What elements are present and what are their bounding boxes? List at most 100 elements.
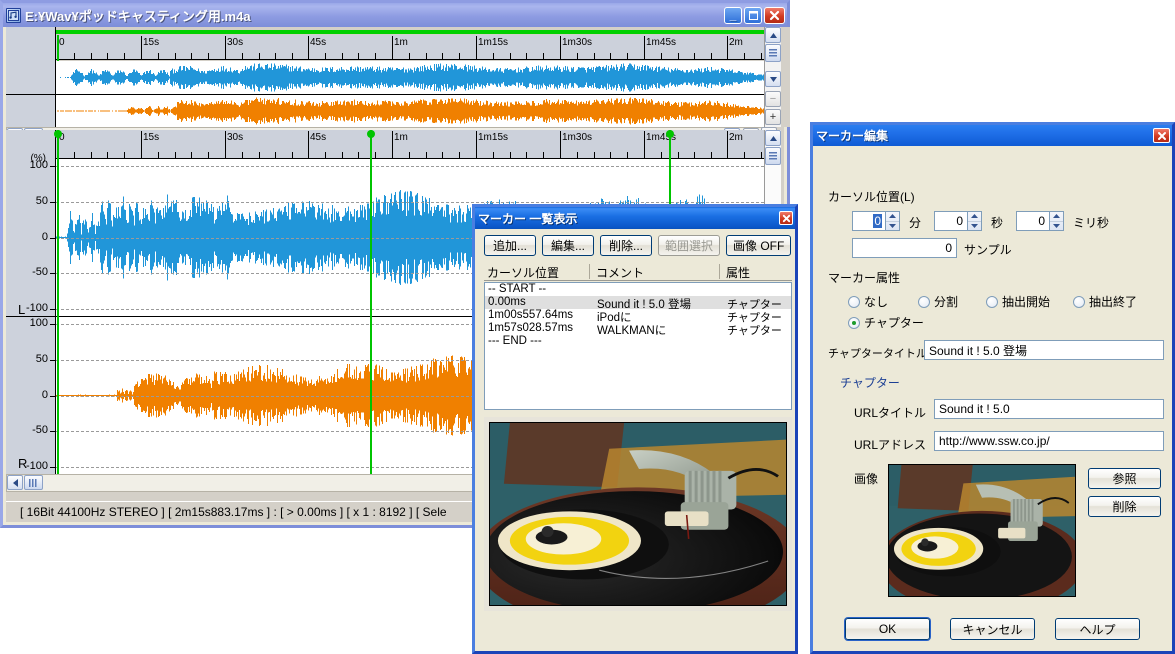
- seconds-stepper[interactable]: [934, 211, 982, 231]
- seconds-down-arrow[interactable]: [968, 222, 981, 231]
- table-row[interactable]: --- END ---: [485, 335, 791, 348]
- minutes-input[interactable]: 0: [852, 211, 885, 231]
- image-toggle-button[interactable]: 画像 OFF: [726, 235, 791, 256]
- overview-vertical-scrollbar[interactable]: − +: [764, 27, 781, 127]
- scroll-up-button[interactable]: [765, 27, 781, 43]
- table-row[interactable]: 0.00msSound it ! 5.0 登場チャプター: [485, 296, 791, 309]
- ruler-label: 45s: [310, 132, 326, 143]
- browse-button[interactable]: 参照: [1088, 468, 1161, 489]
- overview-wave-right[interactable]: [56, 95, 764, 127]
- ruler-minor-tick: [543, 53, 544, 59]
- ruler-label: 1m15s: [478, 132, 508, 143]
- samples-field-wrap[interactable]: [852, 238, 957, 258]
- ruler-minor-tick: [275, 152, 276, 158]
- detail-hscroll-left-button[interactable]: [7, 475, 23, 490]
- milliseconds-stepper[interactable]: [1016, 211, 1064, 231]
- overview-wave-left[interactable]: [56, 61, 764, 94]
- ruler-minor-tick: [358, 53, 359, 59]
- milliseconds-down-arrow[interactable]: [1050, 222, 1063, 231]
- delete-button[interactable]: 削除...: [600, 235, 652, 256]
- seconds-up-arrow[interactable]: [968, 212, 981, 222]
- ruler-minor-tick: [409, 53, 410, 59]
- ok-button[interactable]: OK: [845, 618, 930, 640]
- detail-scroll-up-button[interactable]: [765, 130, 781, 146]
- main-window-titlebar[interactable]: E:¥Wav¥ポッドキャスティング用.m4a _: [3, 3, 787, 27]
- marker-listbox[interactable]: -- START --0.00msSound it ! 5.0 登場チャプター1…: [484, 282, 792, 410]
- detail-scroll-thumb[interactable]: [765, 147, 781, 165]
- minutes-stepper[interactable]: 0: [852, 211, 900, 231]
- milliseconds-up-arrow[interactable]: [1050, 212, 1063, 222]
- ruler-minor-tick: [627, 53, 628, 59]
- marker-list-titlebar[interactable]: マーカー 一覧表示: [475, 207, 795, 229]
- overview-scroll-thumb[interactable]: [765, 44, 781, 62]
- ruler-minor-tick: [711, 152, 712, 158]
- ruler-minor-tick: [124, 53, 125, 59]
- help-button[interactable]: ヘルプ: [1055, 618, 1140, 640]
- marker-edit-titlebar[interactable]: マーカー編集: [813, 125, 1172, 146]
- url-address-input[interactable]: http://www.ssw.co.jp/: [934, 431, 1164, 451]
- axis-tick: [50, 273, 56, 274]
- seconds-spin-arrows[interactable]: [967, 211, 982, 231]
- ruler-minor-tick: [510, 152, 511, 158]
- detail-ruler[interactable]: 015s30s45s1m1m15s1m30s1m45s2m: [56, 130, 764, 159]
- row-position: 1m57s028.57ms: [488, 322, 573, 334]
- table-row[interactable]: 1m00s557.64msiPodにチャプター: [485, 309, 791, 322]
- vzoom-in-button[interactable]: +: [765, 109, 781, 125]
- radio-extract-end[interactable]: 抽出終了: [1073, 293, 1137, 310]
- ruler-minor-tick: [375, 152, 376, 158]
- radio-chapter[interactable]: チャプター: [848, 314, 924, 331]
- marker-list-window: マーカー 一覧表示 追加... 編集... 削除... 範囲選択 画像 OFF …: [472, 204, 798, 654]
- maximize-button[interactable]: [744, 7, 762, 24]
- status-bar-text: [ 16Bit 44100Hz STEREO ] [ 2m15s883.17ms…: [20, 505, 447, 519]
- marker-edit-close-button[interactable]: [1153, 128, 1170, 143]
- radio-split-dot: [918, 296, 930, 308]
- marker-line[interactable]: [370, 130, 372, 474]
- ruler-major-tick: [727, 131, 728, 158]
- detail-hscroll-thumb[interactable]: [24, 475, 43, 490]
- axis-tick: [50, 324, 56, 325]
- chapter-title-input[interactable]: Sound it ! 5.0 登場: [924, 340, 1164, 360]
- image-delete-button[interactable]: 削除: [1088, 496, 1161, 517]
- ruler-minor-tick: [107, 152, 108, 158]
- minutes-down-arrow[interactable]: [886, 222, 899, 231]
- radio-split[interactable]: 分割: [918, 293, 958, 310]
- cancel-button[interactable]: キャンセル: [950, 618, 1035, 640]
- milliseconds-unit-label: ミリ秒: [1073, 214, 1109, 231]
- table-row[interactable]: 1m57s028.57msWALKMANにチャプター: [485, 322, 791, 335]
- minutes-spin-arrows[interactable]: [885, 211, 900, 231]
- vzoom-out-button[interactable]: −: [765, 91, 781, 107]
- milliseconds-input[interactable]: [1016, 211, 1049, 231]
- url-title-input[interactable]: Sound it ! 5.0: [934, 399, 1164, 419]
- ruler-minor-tick: [292, 53, 293, 59]
- marker-line[interactable]: [57, 130, 59, 474]
- radio-extract-end-label: 抽出終了: [1089, 293, 1137, 310]
- table-row[interactable]: -- START --: [485, 283, 791, 296]
- ruler-minor-tick: [409, 152, 410, 158]
- overview-ruler[interactable]: 015s30s45s1m1m15s1m30s1m45s2m: [56, 35, 764, 60]
- marker-handle[interactable]: [54, 130, 62, 138]
- ruler-major-tick: [225, 131, 226, 158]
- seconds-input[interactable]: [934, 211, 967, 231]
- axis-tick-label: 0: [10, 231, 48, 243]
- milliseconds-spin-arrows[interactable]: [1049, 211, 1064, 231]
- ruler-minor-tick: [577, 152, 578, 158]
- marker-handle[interactable]: [367, 130, 375, 138]
- marker-list-title: マーカー 一覧表示: [478, 210, 779, 227]
- ruler-minor-tick: [342, 152, 343, 158]
- add-button[interactable]: 追加...: [484, 235, 536, 256]
- overview-selection-bar[interactable]: [56, 30, 764, 34]
- close-button[interactable]: [764, 7, 785, 24]
- minimize-button[interactable]: _: [724, 7, 742, 24]
- ruler-minor-tick: [744, 53, 745, 59]
- radio-extract-start[interactable]: 抽出開始: [986, 293, 1050, 310]
- ruler-minor-tick: [342, 53, 343, 59]
- edit-button[interactable]: 編集...: [542, 235, 594, 256]
- marker-list-close-button[interactable]: [779, 211, 793, 225]
- radio-none[interactable]: なし: [848, 293, 888, 310]
- samples-input[interactable]: [852, 238, 957, 258]
- scroll-down-button[interactable]: [765, 71, 781, 87]
- ruler-major-tick: [560, 131, 561, 158]
- marker-handle[interactable]: [666, 130, 674, 138]
- minutes-up-arrow[interactable]: [886, 212, 899, 222]
- ruler-minor-tick: [175, 53, 176, 59]
